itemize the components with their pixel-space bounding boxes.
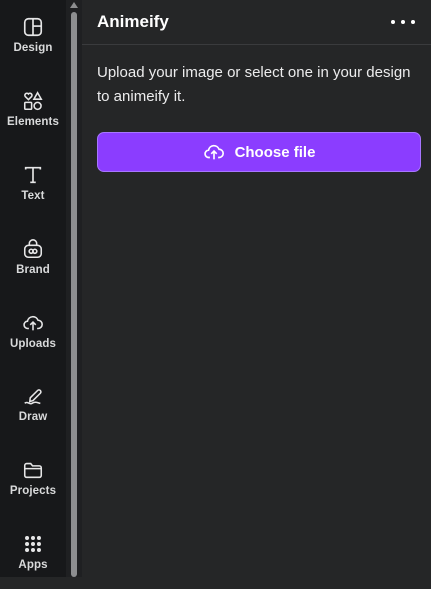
apps-icon (25, 536, 41, 552)
sidebar-item-apps[interactable]: Apps (0, 529, 66, 589)
uploads-icon (23, 315, 43, 331)
sidebar-item-draw[interactable]: Draw (0, 381, 66, 441)
choose-file-label: Choose file (234, 143, 316, 161)
text-icon (24, 166, 42, 184)
sidebar-item-design[interactable]: Design (0, 12, 66, 72)
design-icon (23, 17, 43, 37)
sidebar-item-uploads[interactable]: Uploads (0, 308, 66, 368)
more-dot (411, 20, 415, 24)
animeify-panel: Animeify Upload your image or select one… (82, 0, 431, 577)
sidebar-item-label: Design (13, 42, 53, 54)
elements-icon (23, 91, 43, 111)
side-navigation-rail: Design Elements Text Brand Uploads Draw … (0, 0, 66, 577)
panel-description: Upload your image or select one in your … (97, 64, 411, 105)
brand-icon (23, 239, 43, 259)
sidebar-item-label: Draw (18, 411, 48, 423)
sidebar-item-label: Apps (18, 559, 48, 571)
sidebar-item-label: Elements (7, 116, 59, 128)
more-dot (391, 20, 395, 24)
sidebar-scrollbar-thumb[interactable] (71, 12, 77, 577)
scroll-up-arrow-icon[interactable] (70, 2, 78, 8)
draw-icon (24, 389, 42, 405)
sidebar-item-text[interactable]: Text (0, 160, 66, 220)
sidebar-item-label: Projects (9, 485, 57, 497)
sidebar-item-brand[interactable]: Brand (0, 234, 66, 294)
panel-header: Animeify (82, 0, 431, 45)
sidebar-item-label: Text (21, 190, 45, 202)
choose-file-button[interactable]: Choose file (97, 132, 421, 172)
sidebar-item-elements[interactable]: Elements (0, 86, 66, 146)
cloud-upload-icon (203, 144, 224, 160)
more-options-icon[interactable] (391, 13, 415, 31)
sidebar-item-label: Uploads (9, 338, 57, 350)
more-dot (401, 20, 405, 24)
sidebar-item-projects[interactable]: Projects (0, 455, 66, 515)
panel-title: Animeify (97, 12, 169, 31)
sidebar-item-label: Brand (16, 264, 50, 276)
projects-icon (23, 462, 43, 479)
